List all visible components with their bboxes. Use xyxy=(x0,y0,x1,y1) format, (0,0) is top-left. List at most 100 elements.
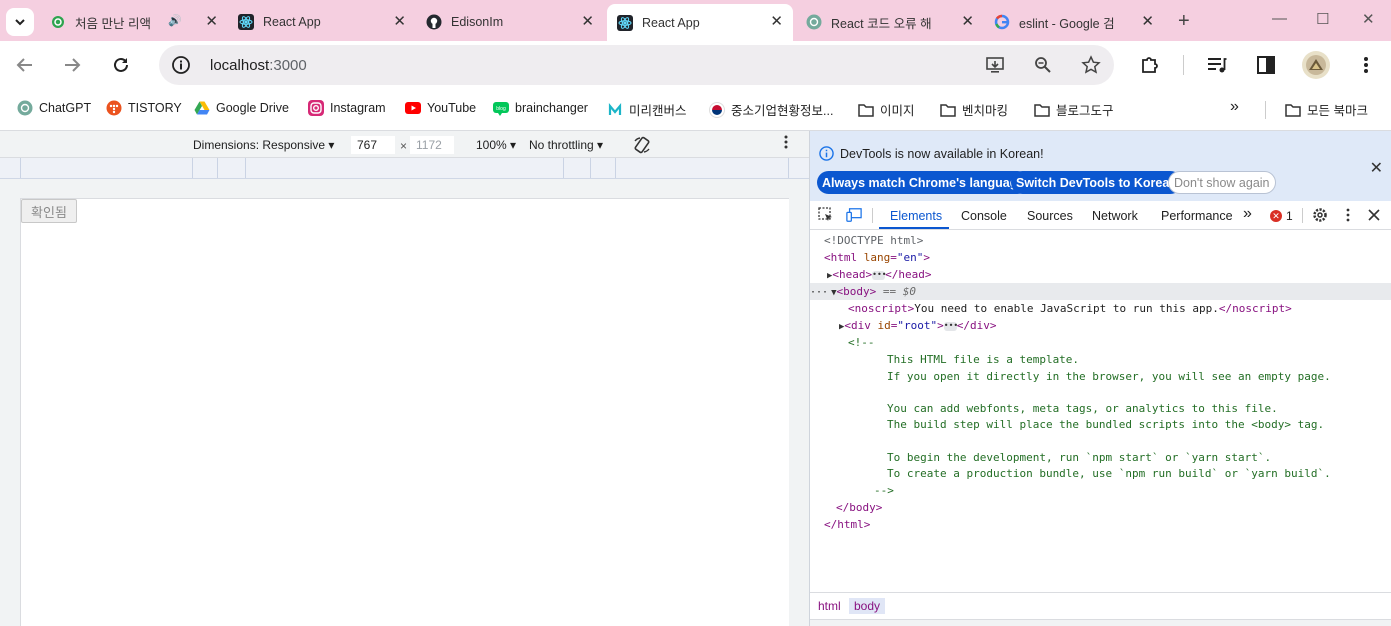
ellipsis-icon[interactable]: ··· xyxy=(810,287,828,298)
tab-6[interactable]: eslint - Google 검 ✕ xyxy=(984,7,1164,37)
speaker-icon[interactable]: 🔊 xyxy=(168,14,182,27)
switch-to-korean-button[interactable]: Switch DevTools to Korean xyxy=(1011,171,1182,194)
bookmark-instagram[interactable]: Instagram xyxy=(308,100,386,116)
bookmark-sme-info[interactable]: 중소기업현황정보... xyxy=(709,100,833,119)
tab-elements[interactable]: Elements xyxy=(890,209,942,223)
dom-doctype[interactable]: <!DOCTYPE html> xyxy=(810,232,1391,249)
reload-button[interactable] xyxy=(109,53,133,77)
expand-triangle-icon[interactable]: ▶ xyxy=(810,271,832,281)
bookmark-star-icon[interactable] xyxy=(1081,55,1101,75)
expand-triangle-icon[interactable]: ▶ xyxy=(810,322,844,332)
more-tabs-button[interactable]: » xyxy=(1243,205,1252,223)
tab-5[interactable]: React 코드 오류 해 ✕ xyxy=(796,7,984,37)
tab-1[interactable]: 처음 만난 리액 🔊 ✕ xyxy=(40,7,228,37)
browser-menu-button[interactable] xyxy=(1354,53,1378,77)
tab-console[interactable]: Console xyxy=(961,209,1007,223)
back-button[interactable] xyxy=(13,53,37,77)
tab-sources[interactable]: Sources xyxy=(1027,209,1073,223)
bookmark-folder-blog-tools[interactable]: 블로그도구 xyxy=(1034,100,1114,119)
device-mode-icon[interactable] xyxy=(846,207,862,223)
elements-tree[interactable]: <!DOCTYPE html> <html lang="en"> ▶<head>… xyxy=(810,230,1391,590)
address-bar[interactable]: localhost:3000 xyxy=(159,45,1114,85)
dom-comment-open[interactable]: <!-- xyxy=(810,334,1391,351)
close-icon[interactable] xyxy=(1366,207,1382,223)
dom-head[interactable]: ▶<head>•••</head> xyxy=(810,266,1391,283)
error-icon: ✕ xyxy=(1270,210,1282,222)
always-match-language-button[interactable]: Always match Chrome's language xyxy=(817,171,1030,194)
throttling-dropdown[interactable]: No throttling ▾ xyxy=(529,138,603,152)
bookmark-folder-images[interactable]: 이미지 xyxy=(858,100,915,119)
breadcrumb-html[interactable]: html xyxy=(818,599,841,613)
dom-html-close[interactable]: </html> xyxy=(810,516,1391,533)
zoom-icon[interactable] xyxy=(1033,55,1053,75)
close-icon[interactable]: ✕ xyxy=(770,14,783,30)
site-info-icon[interactable] xyxy=(171,55,191,75)
error-count: 1 xyxy=(1286,209,1293,223)
install-app-icon[interactable] xyxy=(985,55,1005,75)
window-close-button[interactable]: ✕ xyxy=(1362,10,1375,28)
width-input[interactable]: 767 xyxy=(351,136,395,154)
close-icon[interactable]: ✕ xyxy=(205,14,218,30)
forward-button[interactable] xyxy=(60,53,84,77)
dimensions-dropdown[interactable]: Dimensions: Responsive ▾ xyxy=(193,138,334,152)
dont-show-again-button[interactable]: Don't show again xyxy=(1168,171,1276,194)
dom-comment-close[interactable]: --> xyxy=(810,482,1391,499)
throttling-label: No throttling xyxy=(529,138,594,152)
tab-4-active[interactable]: React App ✕ xyxy=(607,4,793,41)
tab-performance[interactable]: Performance xyxy=(1161,209,1233,223)
close-icon[interactable]: ✕ xyxy=(961,14,974,30)
url-text[interactable]: localhost:3000 xyxy=(210,57,307,74)
tab-favicon-green-icon xyxy=(50,14,66,30)
height-input[interactable]: 1172 xyxy=(410,136,454,154)
tab-search-button[interactable] xyxy=(6,8,34,36)
tab-title: React App xyxy=(263,15,321,29)
ellipsis-icon[interactable]: ••• xyxy=(943,321,958,331)
profile-avatar[interactable] xyxy=(1302,51,1330,79)
maximize-button[interactable]: ☐ xyxy=(1316,10,1329,28)
side-panel-button[interactable] xyxy=(1254,53,1278,77)
bookmark-google-drive[interactable]: Google Drive xyxy=(194,100,289,116)
tab-network[interactable]: Network xyxy=(1092,209,1138,223)
breadcrumb-body[interactable]: body xyxy=(849,598,886,614)
close-icon[interactable]: ✕ xyxy=(1141,14,1154,30)
div-attr: id xyxy=(877,319,891,332)
div-close-tag: </div> xyxy=(956,319,997,332)
close-icon[interactable]: ✕ xyxy=(1370,158,1383,178)
tab-3[interactable]: EdisonIm ✕ xyxy=(416,7,604,37)
dom-div-root[interactable]: ▶<div id="root">•••</div> xyxy=(810,317,1391,334)
media-query-ruler[interactable] xyxy=(0,158,809,179)
minimize-button[interactable]: — xyxy=(1272,10,1287,27)
kebab-menu-icon xyxy=(1364,57,1368,73)
bookmark-brainchanger[interactable]: blog brainchanger xyxy=(493,100,588,116)
ellipsis-icon[interactable]: ••• xyxy=(872,270,887,280)
bookmark-chatgpt[interactable]: ChatGPT xyxy=(17,100,91,116)
dom-noscript[interactable]: <noscript>You need to enable JavaScript … xyxy=(810,300,1391,317)
settings-gear-icon[interactable] xyxy=(1312,207,1328,223)
close-icon[interactable]: ✕ xyxy=(393,14,406,30)
media-control-button[interactable] xyxy=(1205,53,1229,77)
zoom-label: 100% xyxy=(476,138,507,152)
zoom-dropdown[interactable]: 100% ▾ xyxy=(476,138,516,152)
bookmarks-overflow-button[interactable]: » xyxy=(1230,98,1239,116)
dom-html[interactable]: <html lang="en"> xyxy=(810,249,1391,266)
bookmark-miricanvas[interactable]: 미리캔버스 xyxy=(607,100,687,119)
confirmed-button[interactable]: 확인됨 xyxy=(21,199,77,223)
all-bookmarks-folder[interactable]: 모든 북마크 xyxy=(1285,100,1368,119)
comment-close: --> xyxy=(874,484,894,497)
new-tab-button[interactable]: + xyxy=(1178,10,1190,33)
rotate-button[interactable] xyxy=(632,135,652,158)
tab-2[interactable]: React App ✕ xyxy=(228,7,416,37)
error-counter[interactable]: ✕ 1 xyxy=(1270,209,1293,223)
bookmark-tistory[interactable]: TISTORY xyxy=(106,100,182,116)
bookmark-youtube[interactable]: YouTube xyxy=(405,100,476,116)
dom-body-selected[interactable]: ··· ▼<body> == $0 xyxy=(810,283,1391,300)
info-icon xyxy=(819,146,834,161)
bookmark-folder-benchmarking[interactable]: 벤치마킹 xyxy=(940,100,1008,119)
device-toolbar-menu[interactable] xyxy=(783,134,789,153)
playlist-icon xyxy=(1208,58,1227,73)
inspect-element-icon[interactable] xyxy=(818,207,834,223)
close-icon[interactable]: ✕ xyxy=(581,14,594,30)
extensions-button[interactable] xyxy=(1138,53,1162,77)
dom-body-close[interactable]: </body> xyxy=(810,499,1391,516)
devtools-menu-icon[interactable] xyxy=(1340,207,1356,223)
